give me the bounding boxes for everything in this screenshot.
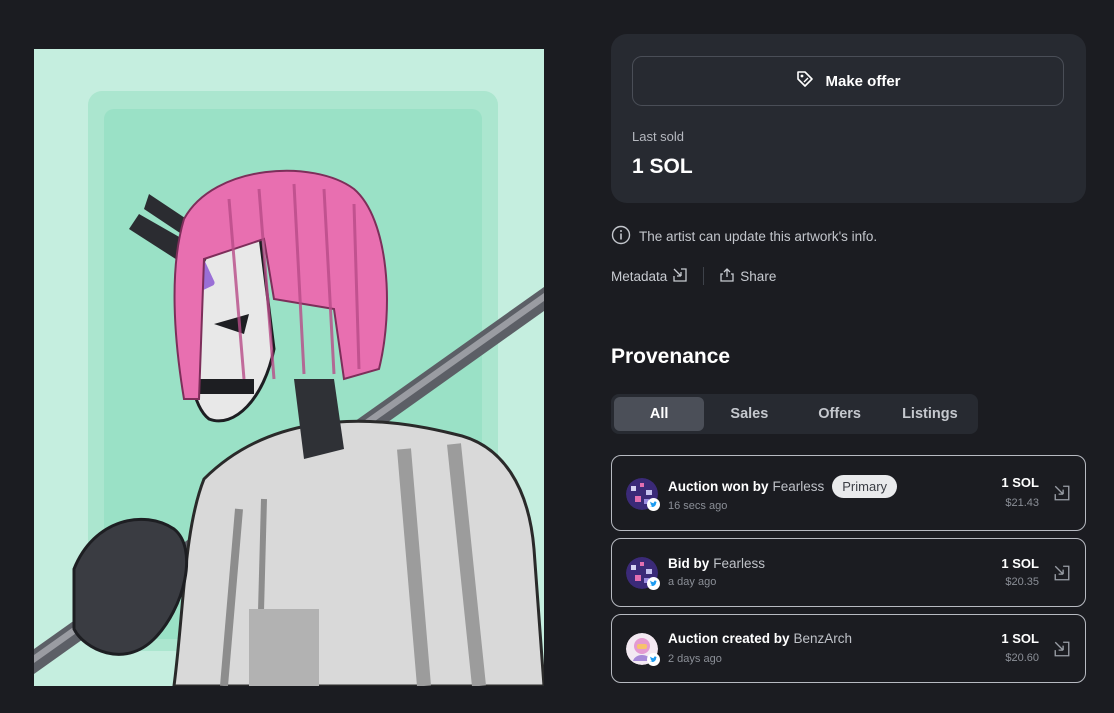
event-time: 2 days ago xyxy=(668,653,722,665)
twitter-icon xyxy=(647,498,660,511)
share-icon xyxy=(719,267,735,286)
make-offer-button[interactable]: Make offer xyxy=(632,56,1064,106)
last-sold-label: Last sold xyxy=(632,129,685,144)
external-link-icon[interactable] xyxy=(1053,484,1071,502)
event-title: Bid by Fearless xyxy=(668,556,765,571)
artwork-page: Make offer Last sold 1 SOL The artist ca… xyxy=(0,0,1114,713)
tab-offers[interactable]: Offers xyxy=(795,397,885,431)
event-user-link[interactable]: Fearless xyxy=(713,556,765,571)
event-time: a day ago xyxy=(668,576,717,588)
metadata-link[interactable]: Metadata xyxy=(611,267,688,286)
event-usd: $21.43 xyxy=(1005,497,1039,509)
tab-all[interactable]: All xyxy=(614,397,705,431)
twitter-icon xyxy=(647,577,660,590)
share-link[interactable]: Share xyxy=(719,267,776,286)
artwork-links: Metadata Share xyxy=(611,266,776,286)
provenance-event[interactable]: Auction won by Fearless Primary 16 secs … xyxy=(611,455,1086,531)
provenance-tabs: All Sales Offers Listings xyxy=(611,394,978,434)
metadata-label: Metadata xyxy=(611,268,668,284)
info-text: The artist can update this artwork's inf… xyxy=(639,228,878,244)
external-link-icon[interactable] xyxy=(1053,640,1071,658)
info-icon xyxy=(611,225,631,248)
tab-listings[interactable]: Listings xyxy=(885,397,975,431)
event-user-link[interactable]: BenzArch xyxy=(794,631,853,646)
share-label: Share xyxy=(740,268,777,284)
event-user-link[interactable]: Fearless xyxy=(773,479,825,494)
event-price: 1 SOL xyxy=(1001,475,1039,490)
event-action: Auction won by xyxy=(668,479,769,494)
provenance-event[interactable]: Auction created by BenzArch 2 days ago 1… xyxy=(611,614,1086,683)
provenance-event[interactable]: Bid by Fearless a day ago 1 SOL $20.35 xyxy=(611,538,1086,607)
make-offer-label: Make offer xyxy=(825,72,901,90)
tag-icon xyxy=(795,69,815,94)
artwork-image xyxy=(34,49,544,686)
external-link-icon[interactable] xyxy=(1053,564,1071,582)
event-price: 1 SOL xyxy=(1001,631,1039,646)
offer-card: Make offer Last sold 1 SOL xyxy=(611,34,1086,203)
event-action: Bid by xyxy=(668,556,710,571)
external-link-icon xyxy=(672,267,688,286)
link-separator xyxy=(703,267,705,285)
artist-info-notice: The artist can update this artwork's inf… xyxy=(611,225,878,248)
event-usd: $20.35 xyxy=(1005,576,1039,588)
event-usd: $20.60 xyxy=(1005,652,1039,664)
event-action: Auction created by xyxy=(668,631,790,646)
twitter-icon xyxy=(647,653,660,666)
last-sold-value: 1 SOL xyxy=(632,155,693,178)
event-price: 1 SOL xyxy=(1001,556,1039,571)
event-time: 16 secs ago xyxy=(668,500,728,512)
provenance-title: Provenance xyxy=(611,345,731,368)
tab-sales[interactable]: Sales xyxy=(704,397,794,431)
event-title: Auction created by BenzArch xyxy=(668,631,852,646)
primary-badge: Primary xyxy=(832,475,898,498)
event-title: Auction won by Fearless Primary xyxy=(668,475,898,498)
